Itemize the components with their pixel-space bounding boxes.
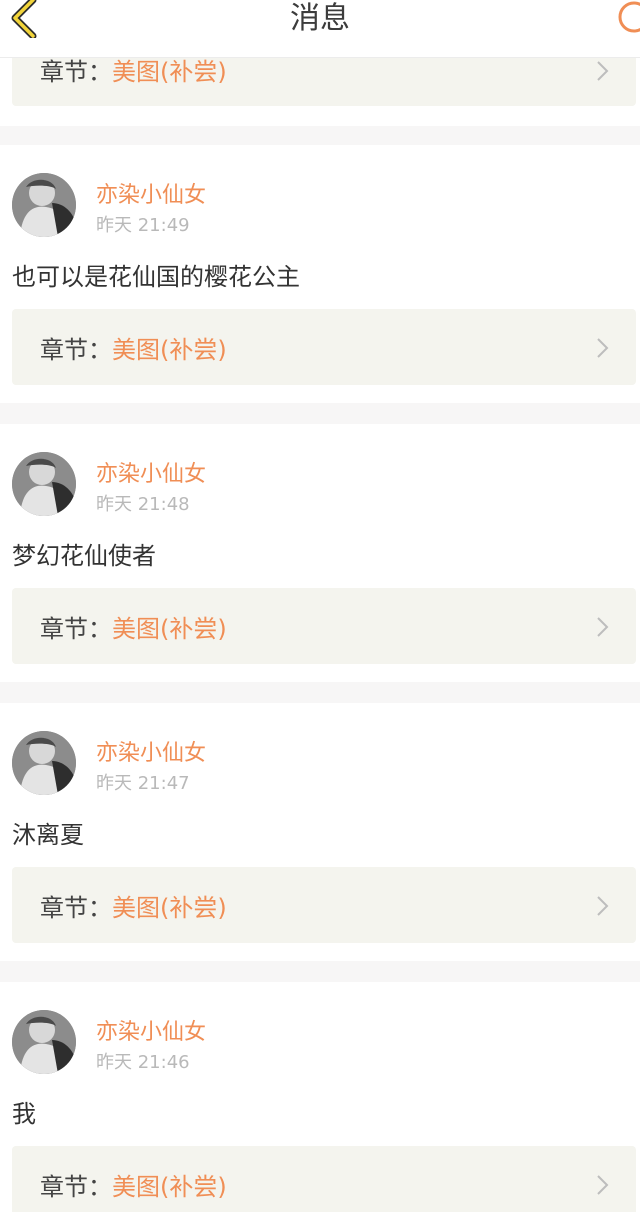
message-content: 梦幻花仙使者 [12, 542, 156, 570]
username[interactable]: 亦染小仙女 [96, 177, 206, 209]
username[interactable]: 亦染小仙女 [96, 456, 206, 488]
circle-icon [606, 0, 640, 42]
timestamp: 昨天 21:49 [96, 215, 190, 236]
username[interactable]: 亦染小仙女 [96, 735, 206, 767]
avatar[interactable] [12, 731, 76, 795]
chevron-right-icon [596, 1174, 610, 1200]
chapter-title: 美图(补尝) [112, 335, 227, 364]
message-content: 也可以是花仙国的樱花公主 [12, 263, 300, 291]
avatar[interactable] [12, 1010, 76, 1074]
chapter-label: 章节： [40, 1172, 112, 1201]
chapter-title: 美图(补尝) [112, 1172, 227, 1201]
message-card: 亦染小仙女 昨天 21:46 我 章节： 美图(补尝) [0, 982, 640, 1212]
chevron-right-icon [596, 337, 610, 363]
message-content: 我 [12, 1100, 36, 1128]
refresh-button[interactable] [600, 0, 640, 40]
chapter-link[interactable]: 章节： 美图(补尝) [12, 309, 636, 385]
message-card: 亦染小仙女 昨天 21:48 梦幻花仙使者 章节： 美图(补尝) [0, 424, 640, 682]
chapter-link[interactable]: 章节： 美图(补尝) [12, 867, 636, 943]
chevron-right-icon [596, 60, 610, 86]
chapter-title: 美图(补尝) [112, 893, 227, 922]
message-content: 沐离夏 [12, 821, 84, 849]
chevron-right-icon [596, 616, 610, 642]
chapter-link[interactable]: 章节： 美图(补尝) [12, 588, 636, 664]
timestamp: 昨天 21:48 [96, 494, 190, 515]
chapter-title: 美图(补尝) [112, 614, 227, 643]
nav-header: 消息 [0, 0, 640, 58]
message-card: 亦染小仙女 昨天 21:49 也可以是花仙国的樱花公主 章节： 美图(补尝) [0, 145, 640, 403]
chapter-link[interactable]: 章节： 美图(补尝) [12, 1146, 636, 1212]
page-title: 消息 [290, 1, 350, 36]
message-card: 亦染小仙女 昨天 21:47 沐离夏 章节： 美图(补尝) [0, 703, 640, 961]
timestamp: 昨天 21:46 [96, 1052, 190, 1073]
chapter-label: 章节： [40, 335, 112, 364]
avatar[interactable] [12, 452, 76, 516]
app: 章节： 美图(补尝) 消息 亦染小仙女 昨天 21:49 也可以是花仙国的樱花公… [0, 0, 640, 1212]
avatar[interactable] [12, 173, 76, 237]
chapter-label: 章节： [40, 893, 112, 922]
timestamp: 昨天 21:47 [96, 773, 190, 794]
username[interactable]: 亦染小仙女 [96, 1014, 206, 1046]
chapter-label: 章节： [40, 614, 112, 643]
chevron-right-icon [596, 895, 610, 921]
